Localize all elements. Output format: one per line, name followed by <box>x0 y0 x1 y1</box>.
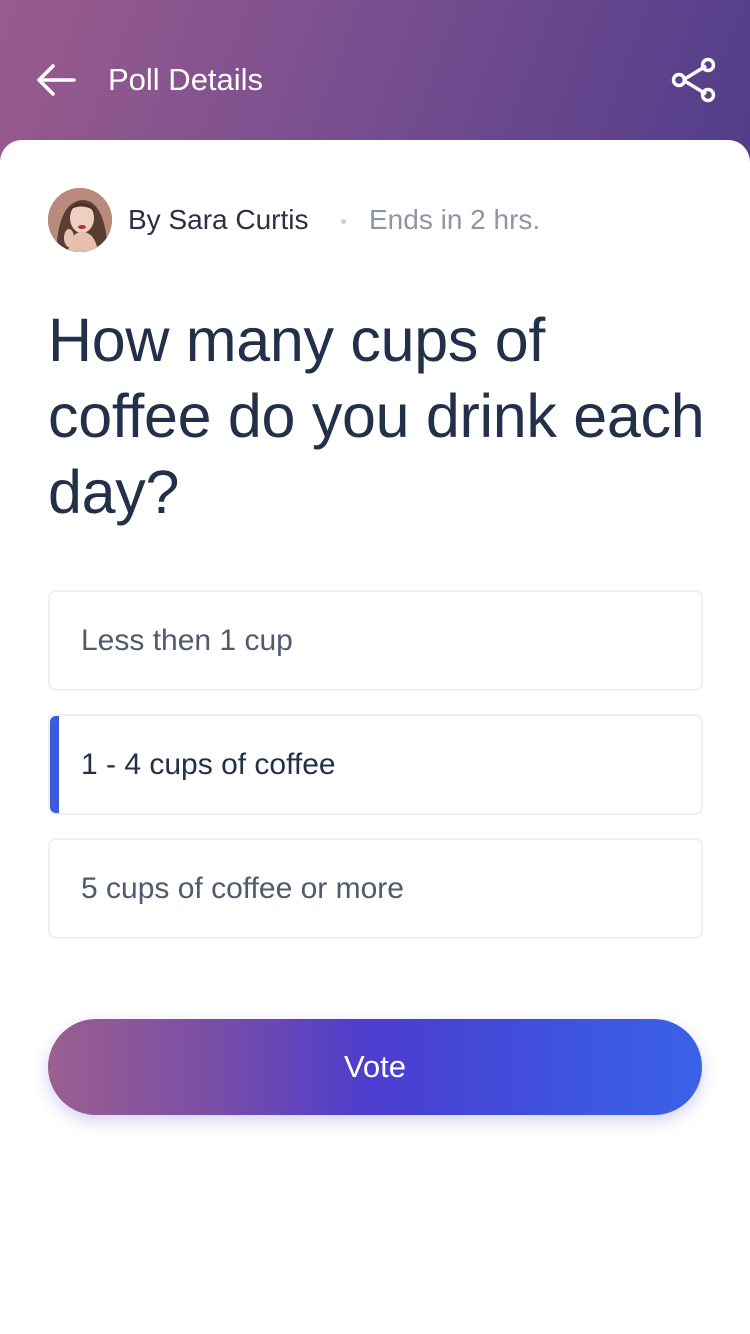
poll-option[interactable]: 5 cups of coffee or more <box>48 838 703 939</box>
poll-question: How many cups of coffee do you drink eac… <box>48 306 705 526</box>
poll-option-label: 5 cups of coffee or more <box>81 871 404 905</box>
avatar[interactable] <box>48 188 112 252</box>
poll-option-label: Less then 1 cup <box>81 623 293 657</box>
back-button[interactable] <box>28 56 84 104</box>
poll-options: Less then 1 cup 1 - 4 cups of coffee 5 c… <box>48 590 703 962</box>
share-button[interactable] <box>664 52 724 108</box>
poll-details-screen: Poll Details By Sara Curtis Ends in 2 hr… <box>0 0 750 1334</box>
page-title: Poll Details <box>108 62 264 97</box>
vote-button[interactable]: Vote <box>48 1019 702 1115</box>
separator-dot <box>341 219 346 224</box>
poll-option-label: 1 - 4 cups of coffee <box>81 747 336 781</box>
share-icon <box>671 57 716 103</box>
ends-in-label: Ends in 2 hrs. <box>369 204 541 235</box>
arrow-left-icon <box>37 64 76 96</box>
poll-option[interactable]: Less then 1 cup <box>48 590 703 691</box>
avatar-portrait <box>48 188 112 252</box>
poll-card: By Sara Curtis Ends in 2 hrs. How many c… <box>0 140 750 1334</box>
poll-option-selected[interactable]: 1 - 4 cups of coffee <box>48 714 703 815</box>
author-name: By Sara Curtis <box>128 204 309 235</box>
